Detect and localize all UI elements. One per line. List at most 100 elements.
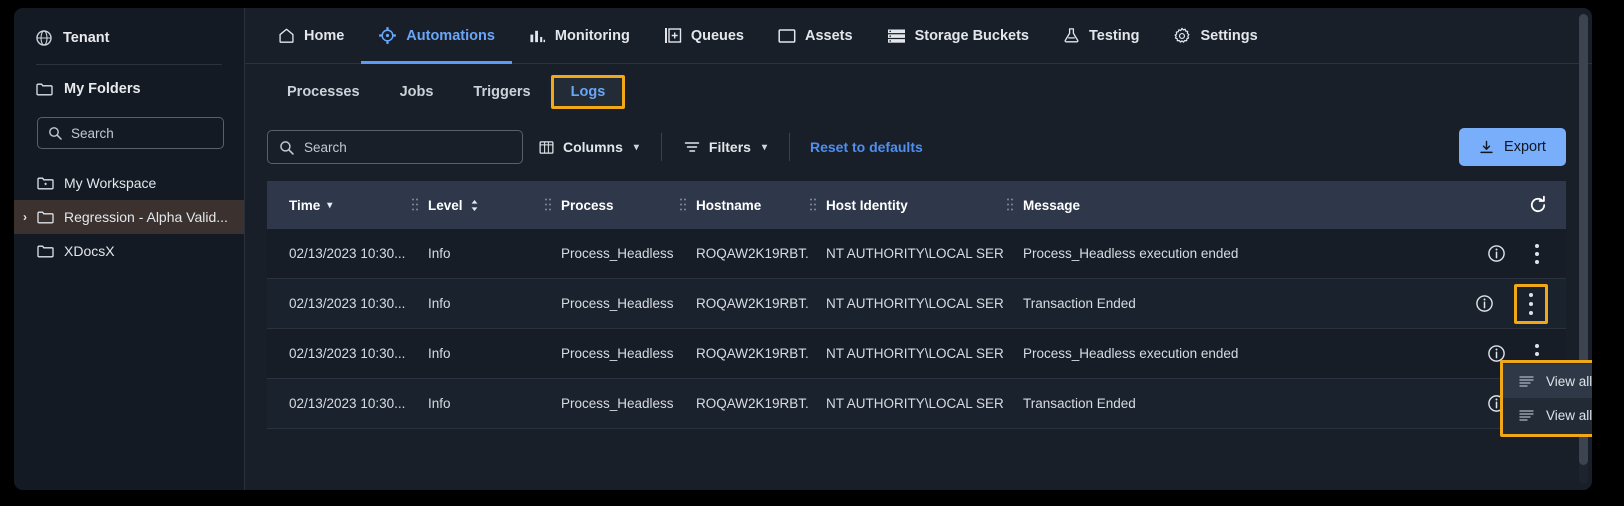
column-header-level[interactable]: Level — [410, 198, 543, 213]
cell-process: Process_Headless — [561, 346, 674, 361]
columns-button[interactable]: Columns ▾ — [523, 130, 655, 164]
row-menu-button-active[interactable] — [1514, 283, 1548, 324]
kebab-dot — [1529, 301, 1533, 306]
nav-item-monitoring[interactable]: Monitoring — [512, 8, 647, 63]
main-content: Home Automations Monitoring Queues Asset… — [245, 8, 1592, 490]
nav-item-automations[interactable]: Automations — [361, 8, 512, 64]
chevron-down-icon[interactable]: ▾ — [327, 200, 332, 211]
column-header-message[interactable]: Message — [1005, 198, 1305, 213]
my-folders-label: My Folders — [64, 81, 141, 97]
tab-label: Logs — [570, 83, 606, 100]
table-row[interactable]: 02/13/2023 10:30... Info Process_Headles… — [267, 229, 1566, 279]
nav-item-queues[interactable]: Queues — [647, 8, 761, 63]
nav-item-assets[interactable]: Assets — [761, 8, 870, 63]
cell-process: Process_Headless — [561, 396, 674, 411]
table-row[interactable]: 02/13/2023 10:30... Info Process_Headles… — [267, 279, 1566, 329]
refresh-button[interactable] — [1528, 195, 1566, 215]
kebab-dot — [1529, 292, 1533, 297]
folder-icon — [37, 210, 54, 224]
cell-host-identity: NT AUTHORITY\LOCAL SER... — [826, 296, 1005, 311]
nav-item-label: Home — [304, 27, 345, 44]
reset-to-defaults-button[interactable]: Reset to defaults — [796, 139, 937, 155]
table-row[interactable]: 02/13/2023 10:30... Info Process_Headles… — [267, 329, 1566, 379]
search-icon — [48, 126, 62, 140]
sidebar-search-input[interactable]: Search — [37, 117, 224, 149]
cell-hostname: ROQAW2K19RBT... — [696, 346, 808, 361]
square-icon — [778, 28, 796, 44]
columns-icon — [539, 140, 554, 155]
column-header-host-identity[interactable]: Host Identity — [808, 198, 1005, 213]
my-folders-header[interactable]: My Folders — [14, 65, 244, 113]
kebab-dot — [1535, 259, 1539, 264]
sidebar-item-my-workspace[interactable]: My Workspace — [14, 166, 244, 200]
filters-button[interactable]: Filters ▾ — [668, 130, 783, 164]
row-actions — [1487, 239, 1566, 269]
filter-icon — [684, 140, 700, 154]
cell-time: 02/13/2023 10:30... — [289, 396, 406, 411]
sidebar-item-regression-alpha-validation[interactable]: › Regression - Alpha Valid... — [14, 200, 244, 234]
column-header-time[interactable]: Time ▾ — [267, 198, 410, 213]
table-header-row: Time ▾ Level Process Hostname Host Ident… — [267, 181, 1566, 229]
nav-item-testing[interactable]: Testing — [1046, 8, 1156, 63]
list-icon — [1519, 409, 1534, 421]
sidebar-item-label: XDocsX — [64, 243, 115, 259]
column-header-hostname[interactable]: Hostname — [678, 198, 808, 213]
kebab-dot — [1535, 243, 1539, 248]
nav-item-label: Monitoring — [554, 27, 630, 44]
cell-host-identity: NT AUTHORITY\LOCAL SER... — [826, 396, 1005, 411]
cell-level: Info — [428, 396, 451, 411]
sidebar-item-label: Regression - Alpha Valid... — [64, 209, 228, 225]
nav-item-storage-buckets[interactable]: Storage Buckets — [870, 8, 1046, 63]
list-icon — [1519, 375, 1534, 387]
export-button[interactable]: Export — [1459, 128, 1566, 166]
sidebar: Tenant My Folders Search My Workspace › … — [14, 8, 245, 490]
nav-item-settings[interactable]: Settings — [1156, 8, 1274, 63]
search-input[interactable]: Search — [267, 130, 523, 164]
chevron-right-icon[interactable]: › — [23, 211, 27, 223]
column-resize-grip[interactable] — [412, 198, 419, 212]
refresh-icon — [1528, 195, 1548, 215]
column-resize-grip[interactable] — [810, 198, 817, 212]
sidebar-item-xdocsx[interactable]: XDocsX — [14, 234, 244, 268]
cell-message: Transaction Ended — [1023, 396, 1136, 411]
cell-time: 02/13/2023 10:30... — [289, 296, 406, 311]
tab-label: Triggers — [473, 83, 531, 100]
nav-item-home[interactable]: Home — [261, 8, 361, 63]
folder-icon — [36, 82, 53, 96]
row-menu-button[interactable] — [1526, 239, 1548, 269]
tab-jobs[interactable]: Jobs — [380, 75, 454, 109]
cell-hostname: ROQAW2K19RBT... — [696, 396, 808, 411]
tab-triggers[interactable]: Triggers — [453, 75, 550, 109]
cell-message: Process_Headless execution ended — [1023, 346, 1239, 361]
context-menu-item-view-job-logs[interactable]: View all logs for this job — [1503, 364, 1592, 398]
row-context-menu: View all logs for this job View all logs… — [1500, 360, 1592, 437]
column-resize-grip[interactable] — [1007, 198, 1014, 212]
info-circle-icon[interactable] — [1475, 294, 1494, 313]
flask-icon — [1063, 27, 1080, 44]
column-header-process[interactable]: Process — [543, 198, 678, 213]
table-row[interactable]: 02/13/2023 10:30... Info Process_Headles… — [267, 379, 1566, 429]
sidebar-search-placeholder: Search — [71, 125, 114, 141]
column-resize-grip[interactable] — [680, 198, 687, 212]
columns-label: Columns — [563, 139, 623, 155]
nav-item-label: Automations — [406, 27, 495, 44]
kebab-dot — [1535, 251, 1539, 256]
context-menu-item-view-process-logs[interactable]: View all logs for this process — [1503, 398, 1592, 432]
cell-hostname: ROQAW2K19RBT... — [696, 296, 808, 311]
kebab-dot — [1529, 310, 1533, 315]
info-circle-icon[interactable] — [1487, 244, 1506, 263]
tab-label: Jobs — [399, 83, 434, 100]
nav-item-label: Testing — [1089, 27, 1140, 44]
tab-logs[interactable]: Logs — [550, 74, 626, 109]
tenant-header[interactable]: Tenant — [14, 12, 244, 64]
column-resize-grip[interactable] — [545, 198, 552, 212]
globe-icon — [36, 30, 52, 46]
cell-message: Transaction Ended — [1023, 296, 1136, 311]
column-label: Time — [289, 197, 321, 213]
sidebar-item-label: My Workspace — [64, 175, 157, 191]
tab-processes[interactable]: Processes — [267, 75, 380, 109]
queue-plus-icon — [664, 27, 682, 45]
sort-updown-icon[interactable] — [470, 199, 479, 212]
kebab-dot — [1535, 343, 1539, 348]
chevron-down-icon: ▾ — [761, 141, 767, 153]
